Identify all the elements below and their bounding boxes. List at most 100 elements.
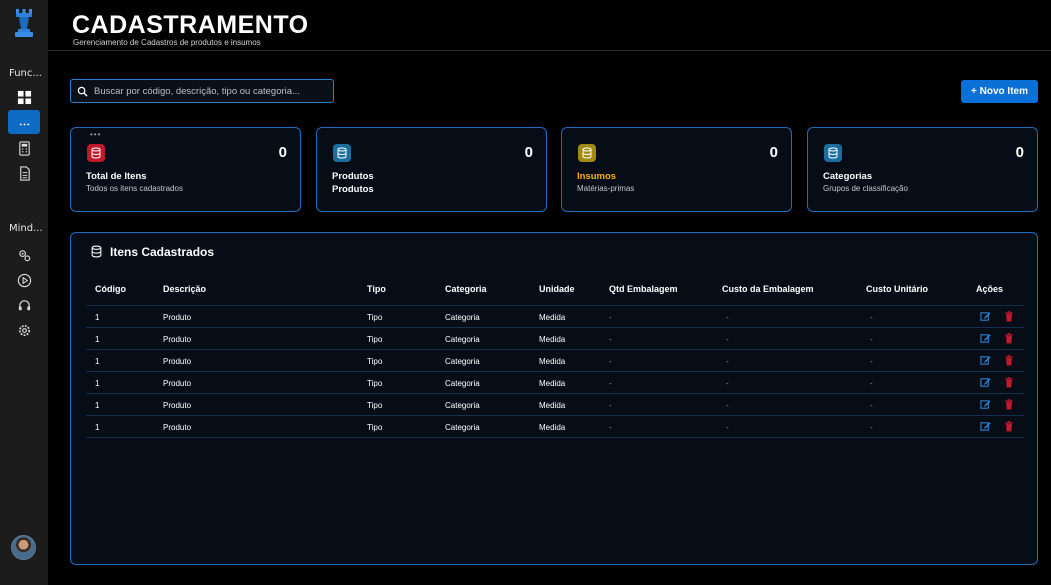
table-cell: - [609,357,612,366]
calculator-icon [18,140,30,156]
trash-icon[interactable] [1004,399,1014,410]
table-title: Itens Cadastrados [110,245,215,259]
sidebar-section-mind: Mind... [9,223,43,234]
table-cell: Produto [163,423,192,432]
card-count: 0 [278,144,287,161]
table-cell: Categoria [445,335,480,344]
trash-icon[interactable] [1004,333,1014,344]
table-cell: - [726,357,729,366]
table-cell: - [726,423,729,432]
headset-icon [18,299,30,310]
page-header: CADASTRAMENTO Gerenciamento de Cadastros… [48,0,1051,51]
table-cell: - [726,313,729,322]
table-row[interactable]: 1 Produto Tipo Categoria Medida - - - [86,372,1024,394]
table-cell: Medida [539,335,566,344]
table-cell: Tipo [367,379,383,388]
sidebar-item-calculator[interactable] [8,136,40,160]
table-cell: 1 [95,357,100,366]
table-row[interactable]: 1 Produto Tipo Categoria Medida - - - [86,350,1024,372]
table-cell: Tipo [367,423,383,432]
trash-icon[interactable] [1004,421,1014,432]
table-cell: Medida [539,313,566,322]
table-cell: - [609,379,612,388]
column-header-custo-embalagem[interactable]: Custo da Embalagem [722,284,814,294]
column-header-tipo[interactable]: Tipo [367,284,386,294]
sidebar-item-play[interactable] [8,268,40,292]
table-row[interactable]: 1 Produto Tipo Categoria Medida - - - [86,416,1024,438]
chess-rook-logo-icon [15,9,33,37]
column-header-categoria[interactable]: Categoria [445,284,487,294]
page-title: CADASTRAMENTO [72,11,309,39]
new-item-button[interactable]: + Novo Item [961,80,1038,103]
edit-icon[interactable] [980,355,991,366]
column-header-custo-unitario[interactable]: Custo Unitário [866,284,928,294]
sidebar-item-integrations[interactable] [8,243,40,267]
table-cell: Tipo [367,357,383,366]
document-icon [19,165,30,181]
search-box[interactable] [70,79,334,103]
table-cell: Produto [163,313,192,322]
sidebar: Func... Mind... [0,0,48,585]
database-icon [578,144,596,162]
edit-icon[interactable] [980,421,991,432]
trash-icon[interactable] [1004,311,1014,322]
card-count: 0 [1015,144,1024,161]
sidebar-item-settings[interactable] [8,318,40,342]
table-cell: 1 [95,401,100,410]
table-cell: Medida [539,357,566,366]
gear-icon [18,324,30,336]
sidebar-item-support[interactable] [8,293,40,317]
table-cell: Categoria [445,379,480,388]
database-icon [87,144,105,162]
card-products: 0 Produtos Produtos [316,127,547,212]
card-menu-dots[interactable]: ••• [90,130,101,139]
trash-icon[interactable] [1004,377,1014,388]
more-dots-icon [19,122,29,125]
table-cell: - [609,313,612,322]
card-count: 0 [524,144,533,161]
table-cell: Produto [163,379,192,388]
table-cell: - [609,401,612,410]
table-row[interactable]: 1 Produto Tipo Categoria Medida - - - [86,394,1024,416]
items-table-panel: Itens Cadastrados Código Descrição Tipo … [70,232,1038,565]
table-cell: - [870,401,873,410]
edit-icon[interactable] [980,377,991,388]
trash-icon[interactable] [1004,355,1014,366]
edit-icon[interactable] [980,311,991,322]
table-cell: 1 [95,313,100,322]
search-input[interactable] [94,85,324,97]
card-label: Total de Itens [86,171,147,182]
sidebar-item-cadastramento[interactable] [8,110,40,134]
table-cell: Medida [539,423,566,432]
table-row[interactable]: 1 Produto Tipo Categoria Medida - - - [86,328,1024,350]
table-cell: Tipo [367,335,383,344]
table-cell: - [609,335,612,344]
table-cell: - [870,335,873,344]
table-cell: - [726,401,729,410]
column-header-qtd-embalagem[interactable]: Qtd Embalagem [609,284,678,294]
page-subtitle: Gerenciamento de Cadastros de produtos e… [73,38,261,47]
column-header-unidade[interactable]: Unidade [539,284,575,294]
card-sublabel: Matérias-primas [577,184,635,193]
gears-icon [18,249,30,261]
column-header-codigo[interactable]: Código [95,284,126,294]
edit-icon[interactable] [980,333,991,344]
table-cell: - [726,335,729,344]
column-header-descricao[interactable]: Descrição [163,284,206,294]
table-cell: Categoria [445,401,480,410]
edit-icon[interactable] [980,399,991,410]
table-cell: 1 [95,379,100,388]
table-cell: - [870,357,873,366]
card-sublabel: Grupos de classificação [823,184,908,193]
card-categories: 0 Categorias Grupos de classificação [807,127,1038,212]
table-cell: Tipo [367,401,383,410]
avatar[interactable] [11,535,36,560]
database-icon [91,245,102,258]
sidebar-item-dashboard[interactable] [8,85,40,109]
table-cell: Categoria [445,357,480,366]
table-cell: - [870,379,873,388]
card-insumos: 0 Insumos Matérias-primas [561,127,792,212]
sidebar-item-documents[interactable] [8,161,40,185]
database-icon [333,144,351,162]
table-row[interactable]: 1 Produto Tipo Categoria Medida - - - [86,306,1024,328]
